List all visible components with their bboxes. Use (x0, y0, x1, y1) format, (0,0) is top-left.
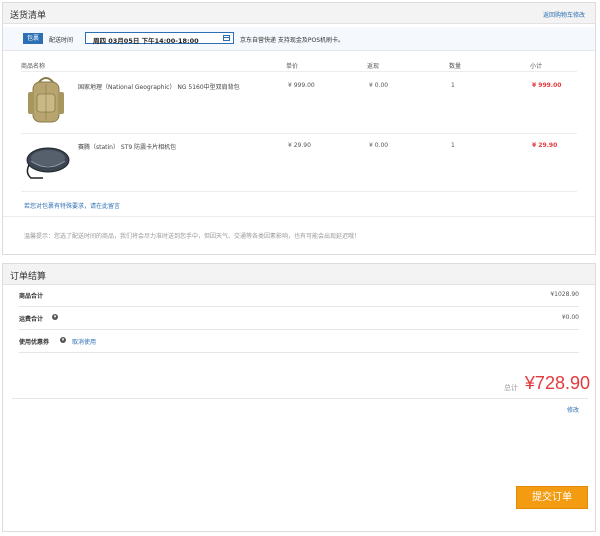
coupon-row: 使用优惠券 ▾ 取消使用 (19, 330, 579, 353)
shipping-info-icon[interactable]: ▾ (52, 314, 58, 320)
product-cashback: ¥ 0.00 (369, 82, 389, 89)
column-header-subtotal: 小计 (530, 63, 543, 70)
delivery-time-label: 配送时间 (49, 37, 74, 44)
delivery-panel: 送货清单 返回购物车修改 包裹 配送时间 周四 03月05日 下午14:00-1… (2, 2, 596, 255)
product-price: ¥ 29.90 (288, 142, 311, 149)
shipping-total-row: 运费合计 ▾ ¥0.00 (19, 307, 579, 330)
delivery-time-select[interactable]: 周四 03月05日 下午14:00-18:00 (85, 32, 234, 45)
submit-order-button[interactable]: 提交订单 (516, 486, 588, 509)
coupon-expand-icon[interactable]: ▾ (60, 337, 66, 343)
column-header-price: 单价 (286, 63, 299, 70)
product-quantity: 1 (451, 82, 455, 89)
delivery-title: 送货清单 (10, 11, 47, 21)
calendar-icon[interactable] (223, 35, 230, 41)
column-header-cashback: 返现 (367, 63, 380, 70)
delivery-note: 京东自营快递 支持现金及POS机刷卡。 (240, 37, 345, 44)
column-header-name: 商品名称 (21, 63, 46, 70)
goods-total-row: 商品合计 ¥1028.90 (19, 284, 579, 307)
camera-case-icon[interactable] (21, 143, 73, 183)
coupon-label: 使用优惠券 (19, 339, 50, 346)
shipping-total-value: ¥0.00 (561, 314, 579, 321)
goods-total-value: ¥1028.90 (550, 291, 579, 298)
package-badge: 包裹 (23, 33, 44, 44)
shipping-total-label: 运费合计 (19, 316, 44, 323)
delivery-time-value: 周四 03月05日 下午14:00-18:00 (93, 37, 199, 45)
back-to-cart-link[interactable]: 返回购物车修改 (543, 10, 585, 19)
delivery-header: 送货清单 返回购物车修改 (3, 3, 595, 24)
product-name[interactable]: 赛腾（statin） ST9 防震卡片相机包 (78, 142, 176, 151)
row-divider (21, 133, 577, 134)
backpack-icon[interactable] (24, 74, 68, 128)
product-subtotal: ¥ 29.90 (532, 142, 558, 149)
goods-total-label: 商品合计 (19, 293, 44, 300)
row-divider (21, 191, 577, 192)
product-name[interactable]: 国家地理（National Geographic） NG 5160中型双肩背包 (78, 82, 240, 91)
header-divider (21, 71, 577, 72)
total-label: 总计 (504, 384, 518, 392)
delivery-time-bar: 包裹 配送时间 周四 03月05日 下午14:00-18:00 京东自营快递 支… (3, 27, 595, 51)
total-divider (12, 398, 588, 399)
modify-link[interactable]: 修改 (567, 405, 579, 414)
column-header-quantity: 数量 (449, 63, 462, 70)
product-cashback: ¥ 0.00 (369, 142, 389, 149)
cancel-coupon-link[interactable]: 取消使用 (72, 337, 96, 346)
product-subtotal: ¥ 999.00 (532, 82, 562, 89)
product-price: ¥ 999.00 (288, 82, 315, 89)
leave-message-link[interactable]: 若您对包裹有特殊要求，请在此留言 (24, 201, 120, 210)
total-value: ¥728.90 (524, 373, 590, 393)
summary-header: 订单结算 (3, 264, 595, 285)
summary-title: 订单结算 (10, 272, 47, 282)
message-divider (3, 216, 595, 217)
delivery-tip: 温馨提示：您选了配送时间的商品，我们将会尽力准时送到您手中，但因天气、交通等各类… (24, 233, 361, 240)
product-quantity: 1 (451, 142, 455, 149)
